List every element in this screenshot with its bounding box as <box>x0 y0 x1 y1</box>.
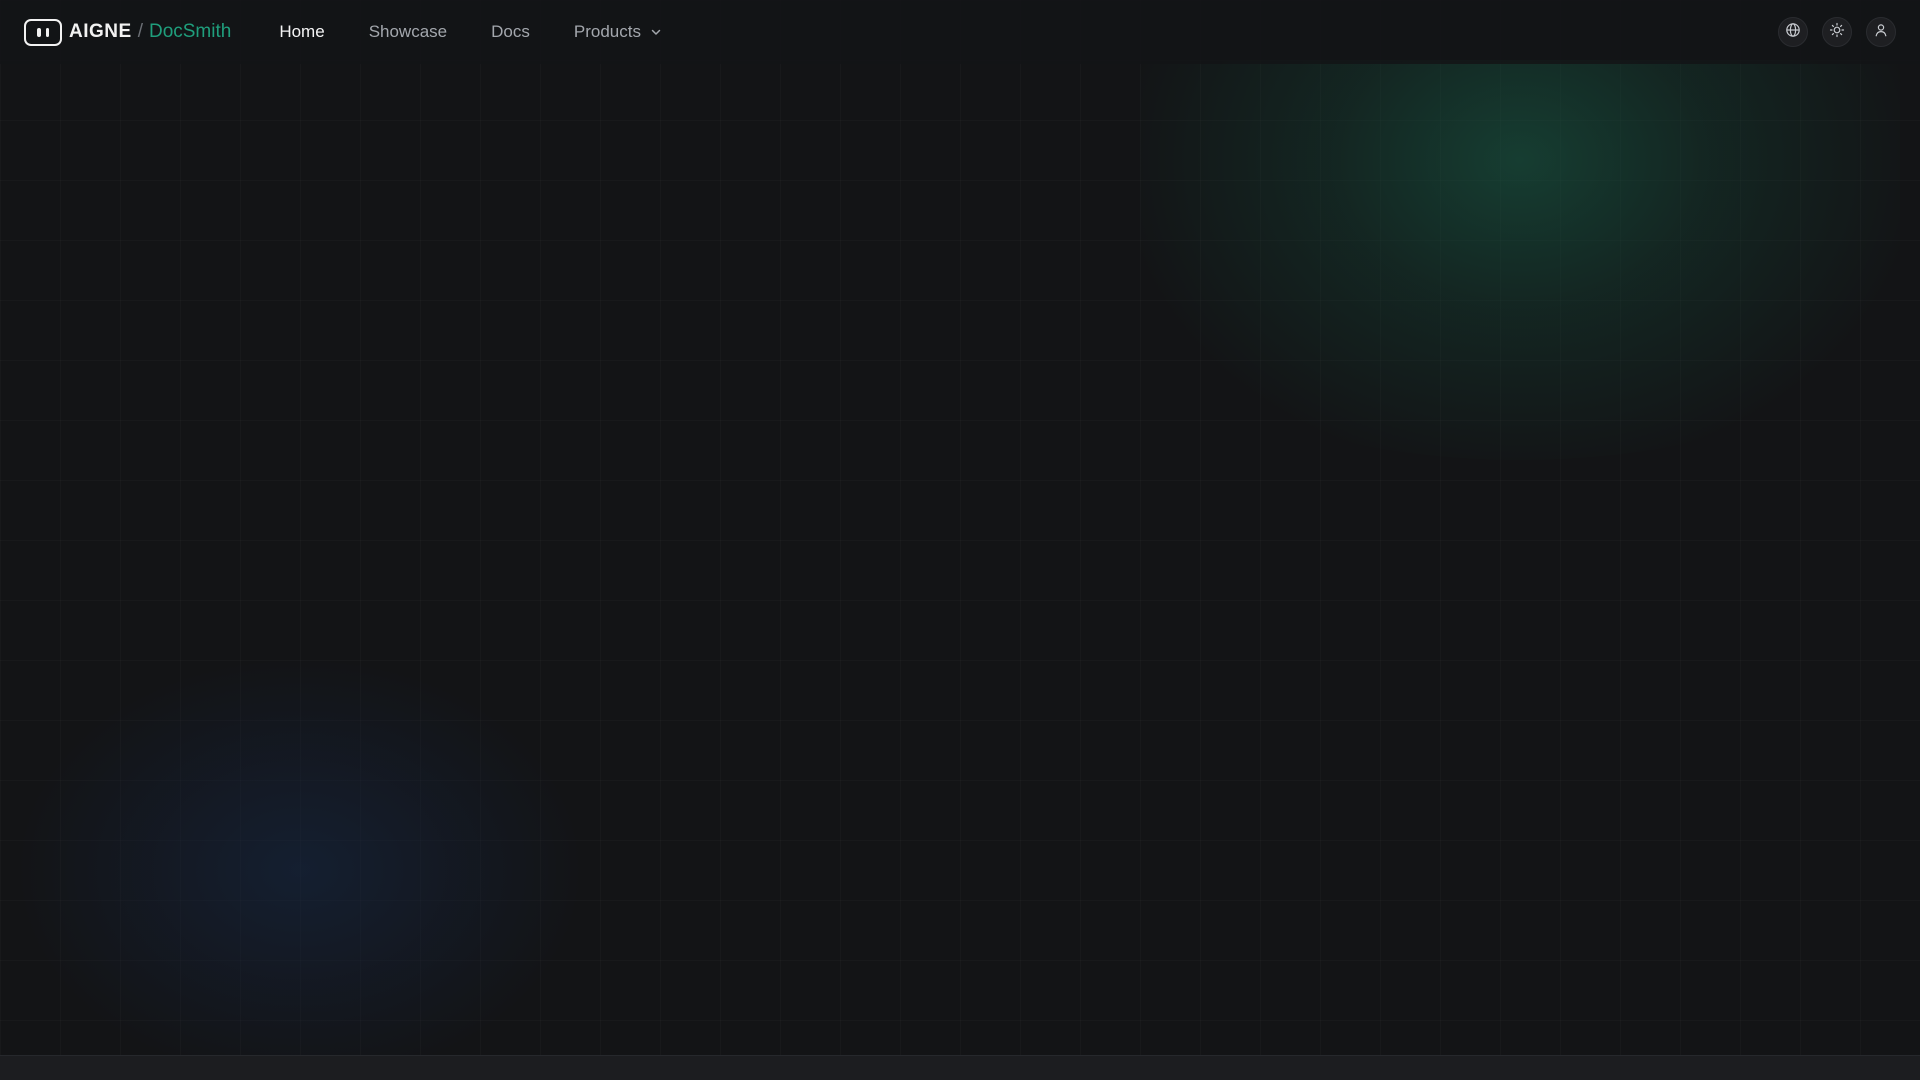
globe-icon <box>1785 22 1801 43</box>
nav-item-docs[interactable]: Docs <box>491 22 530 42</box>
bottom-bar <box>0 1055 1920 1080</box>
background-glow-green <box>1140 60 1900 460</box>
background-glow-blue <box>20 660 580 1080</box>
main-nav: Home Showcase Docs Products <box>279 22 662 42</box>
chevron-down-icon <box>650 26 662 38</box>
logo-eye-left <box>37 27 41 37</box>
user-icon <box>1873 22 1889 43</box>
theme-toggle-button[interactable] <box>1822 17 1852 47</box>
logo-link[interactable]: AIGNE / DocSmith <box>24 18 232 46</box>
sun-icon <box>1829 22 1845 43</box>
product-name: DocSmith <box>148 21 232 42</box>
top-navbar: AIGNE / DocSmith Home Showcase Docs Prod… <box>0 0 1920 64</box>
aigne-logo-icon <box>24 18 62 46</box>
navbar-left: AIGNE / DocSmith Home Showcase Docs Prod… <box>24 18 662 46</box>
language-button[interactable] <box>1778 17 1808 47</box>
nav-item-products-label: Products <box>573 22 641 41</box>
brand-name: AIGNE <box>69 21 132 42</box>
brand-separator: / <box>137 21 143 42</box>
navbar-right <box>1778 17 1896 47</box>
logo-eye-right <box>45 27 49 37</box>
nav-item-home[interactable]: Home <box>279 22 324 42</box>
nav-item-products[interactable]: Products <box>574 22 662 42</box>
background-grid <box>0 0 1920 1080</box>
nav-item-showcase[interactable]: Showcase <box>369 22 447 42</box>
page: AIGNE / DocSmith Home Showcase Docs Prod… <box>0 0 1920 1080</box>
user-account-button[interactable] <box>1866 17 1896 47</box>
